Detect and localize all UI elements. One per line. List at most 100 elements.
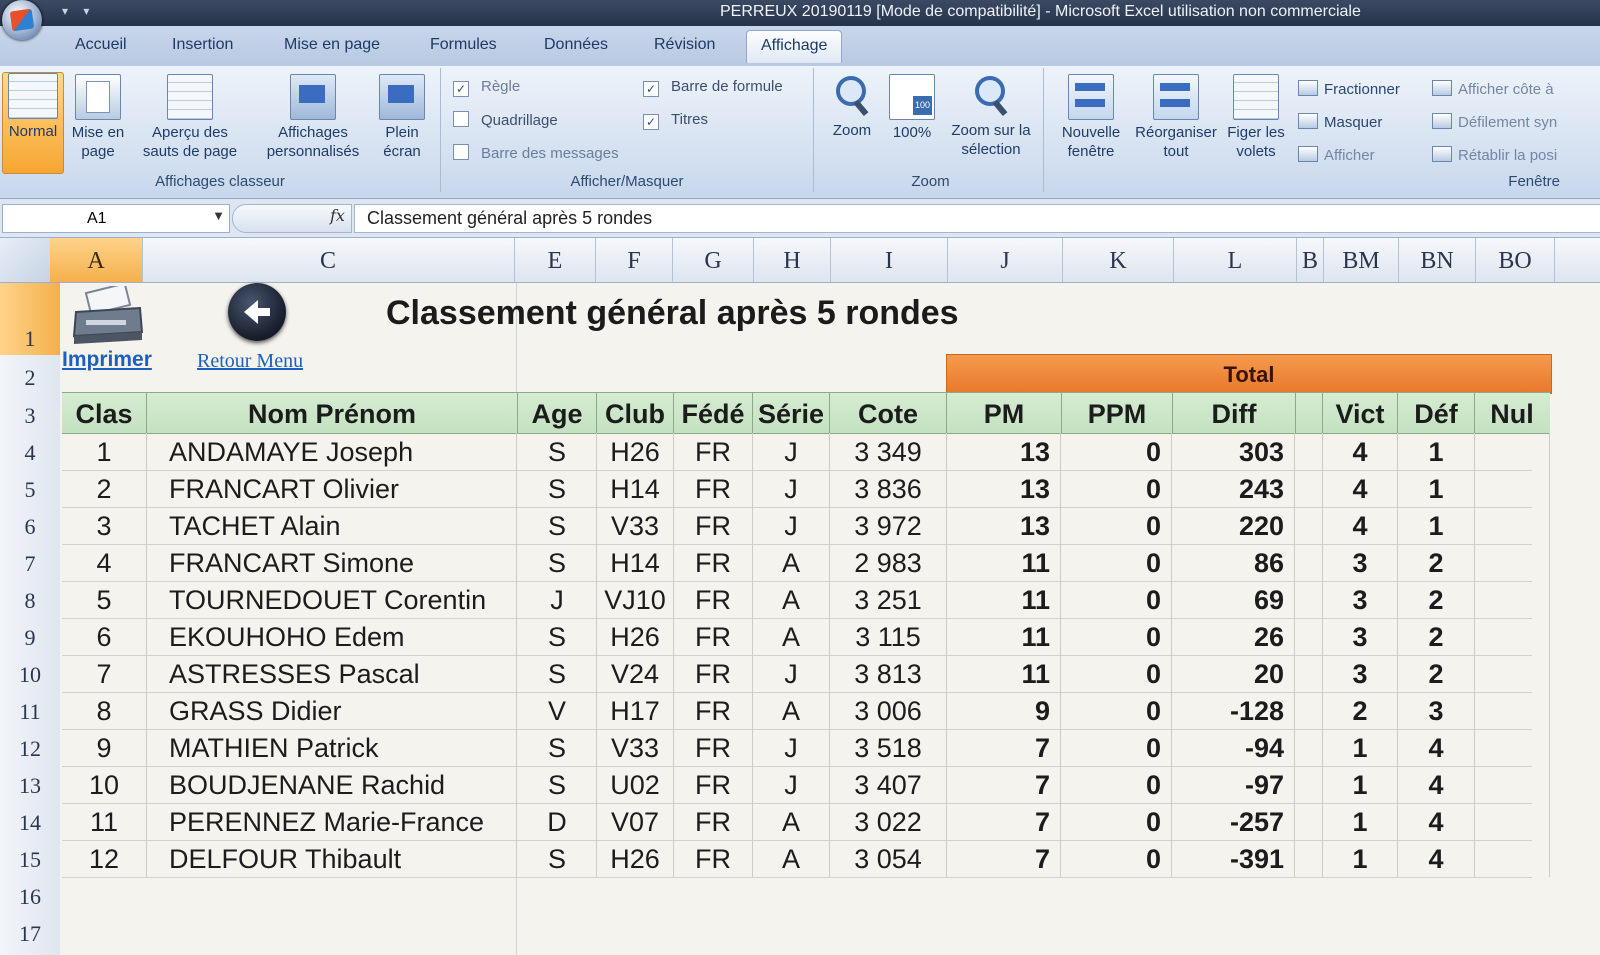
tab-accueil[interactable]: Accueil — [75, 36, 127, 54]
cell-pm[interactable]: 11 — [947, 581, 1061, 618]
cell-vict[interactable]: 4 — [1323, 433, 1398, 470]
cell-fede[interactable]: FR — [674, 433, 753, 470]
back-menu-link[interactable]: Retour Menu — [197, 350, 303, 373]
cell-def[interactable]: 2 — [1398, 618, 1475, 655]
name-box[interactable]: A1 ▼ — [2, 204, 230, 233]
cell-club[interactable]: VJ10 — [597, 581, 674, 618]
col-header-c[interactable]: C — [142, 238, 515, 282]
row-header[interactable]: 2 — [0, 355, 60, 393]
cell-pm[interactable]: 7 — [947, 729, 1061, 766]
cell-diff[interactable]: 243 — [1173, 470, 1295, 507]
cell-fede[interactable]: FR — [674, 692, 753, 729]
cell-nul[interactable] — [1475, 618, 1550, 655]
cell-vict[interactable]: 1 — [1323, 766, 1398, 803]
formula-input[interactable]: Classement général après 5 rondes — [354, 204, 1600, 233]
split-button[interactable]: Fractionner — [1298, 80, 1400, 98]
cell-cote[interactable]: 3 115 — [830, 618, 947, 655]
cell-nul[interactable] — [1475, 840, 1550, 877]
cell-pm[interactable]: 11 — [947, 655, 1061, 692]
cell-clas[interactable]: 3 — [62, 507, 147, 544]
cell-fede[interactable]: FR — [674, 618, 753, 655]
row-header[interactable]: 11 — [0, 692, 60, 729]
cell-club[interactable]: V33 — [597, 507, 674, 544]
cell-vict[interactable]: 1 — [1323, 729, 1398, 766]
col-header-j[interactable]: J — [948, 238, 1063, 282]
cell-def[interactable]: 4 — [1398, 840, 1475, 877]
cell-def[interactable]: 3 — [1398, 692, 1475, 729]
cell-age[interactable]: S — [518, 470, 597, 507]
cell-clas[interactable]: 2 — [62, 470, 147, 507]
cell-pm[interactable]: 11 — [947, 618, 1061, 655]
col-header-a[interactable]: A — [50, 238, 143, 282]
chevron-down-icon[interactable]: ▼ — [212, 208, 225, 223]
cell-vict[interactable]: 4 — [1323, 507, 1398, 544]
cell-cote[interactable]: 3 518 — [830, 729, 947, 766]
row-header[interactable]: 13 — [0, 766, 60, 803]
row-header[interactable]: 6 — [0, 507, 60, 544]
barre-formule-checkbox[interactable]: ✓ Barre de formule — [643, 78, 783, 97]
cell-serie[interactable]: J — [753, 766, 830, 803]
cell-def[interactable]: 1 — [1398, 507, 1475, 544]
cell-serie[interactable]: J — [753, 470, 830, 507]
cell-nul[interactable] — [1475, 470, 1550, 507]
new-window-button[interactable]: Nouvelle fenêtre — [1054, 74, 1128, 161]
cell-serie[interactable]: J — [753, 507, 830, 544]
printer-icon[interactable] — [70, 286, 146, 346]
cell-clas[interactable]: 11 — [62, 803, 147, 840]
row-header[interactable]: 7 — [0, 544, 60, 581]
cell-diff[interactable]: 303 — [1173, 433, 1295, 470]
cell-club[interactable]: H17 — [597, 692, 674, 729]
cell-pm[interactable]: 7 — [947, 840, 1061, 877]
quick-access-toolbar[interactable]: ▾ ▾ — [62, 4, 95, 18]
cell-pm[interactable]: 13 — [947, 470, 1061, 507]
col-header-l[interactable]: L — [1174, 238, 1297, 282]
cell-ppm[interactable]: 0 — [1062, 729, 1172, 766]
cell-club[interactable]: H14 — [597, 544, 674, 581]
side-by-side-button[interactable]: Afficher côte à — [1432, 80, 1554, 98]
tab-donnees[interactable]: Données — [544, 36, 608, 54]
cell-fede[interactable]: FR — [674, 544, 753, 581]
cell-def[interactable]: 1 — [1398, 433, 1475, 470]
cell-cote[interactable]: 3 407 — [830, 766, 947, 803]
cell-ppm[interactable]: 0 — [1062, 581, 1172, 618]
cell-nul[interactable] — [1475, 655, 1550, 692]
col-header-bm[interactable]: BM — [1324, 238, 1399, 282]
cell-def[interactable]: 4 — [1398, 729, 1475, 766]
arrange-all-button[interactable]: Réorganiser tout — [1130, 74, 1222, 161]
cell-clas[interactable]: 6 — [62, 618, 147, 655]
cell-pm[interactable]: 7 — [947, 766, 1061, 803]
cell-fede[interactable]: FR — [674, 803, 753, 840]
cell-age[interactable]: J — [518, 581, 597, 618]
cell-clas[interactable]: 1 — [62, 433, 147, 470]
cell-ppm[interactable]: 0 — [1062, 544, 1172, 581]
row-header[interactable]: 8 — [0, 581, 60, 618]
cell-ppm[interactable]: 0 — [1062, 470, 1172, 507]
cell-fede[interactable]: FR — [674, 766, 753, 803]
cell-serie[interactable]: A — [753, 803, 830, 840]
function-icon[interactable]: fx — [330, 206, 345, 225]
cell-vict[interactable]: 3 — [1323, 618, 1398, 655]
cell-clas[interactable]: 10 — [62, 766, 147, 803]
cell-def[interactable]: 2 — [1398, 655, 1475, 692]
cell-fede[interactable]: FR — [674, 655, 753, 692]
cell-club[interactable]: V33 — [597, 729, 674, 766]
col-header-h[interactable]: H — [754, 238, 831, 282]
office-button[interactable] — [2, 0, 42, 40]
cell-nom[interactable]: ASTRESSES Pascal — [147, 655, 517, 692]
cell-fede[interactable]: FR — [674, 470, 753, 507]
cell-nom[interactable]: TOURNEDOUET Corentin — [147, 581, 517, 618]
cell-diff[interactable]: 86 — [1173, 544, 1295, 581]
col-header-i[interactable]: I — [831, 238, 948, 282]
cell-club[interactable]: V24 — [597, 655, 674, 692]
row-header[interactable]: 10 — [0, 655, 60, 692]
cell-pm[interactable]: 13 — [947, 433, 1061, 470]
cell-nom[interactable]: MATHIEN Patrick — [147, 729, 517, 766]
col-header-b[interactable]: B — [1297, 238, 1324, 282]
cell-nom[interactable]: FRANCART Simone — [147, 544, 517, 581]
page-break-preview-button[interactable]: Aperçu des sauts de page — [136, 74, 244, 161]
cell-cote[interactable]: 3 836 — [830, 470, 947, 507]
cell-nom[interactable]: TACHET Alain — [147, 507, 517, 544]
cell-diff[interactable]: 20 — [1173, 655, 1295, 692]
cell-diff[interactable]: 69 — [1173, 581, 1295, 618]
cell-ppm[interactable]: 0 — [1062, 618, 1172, 655]
